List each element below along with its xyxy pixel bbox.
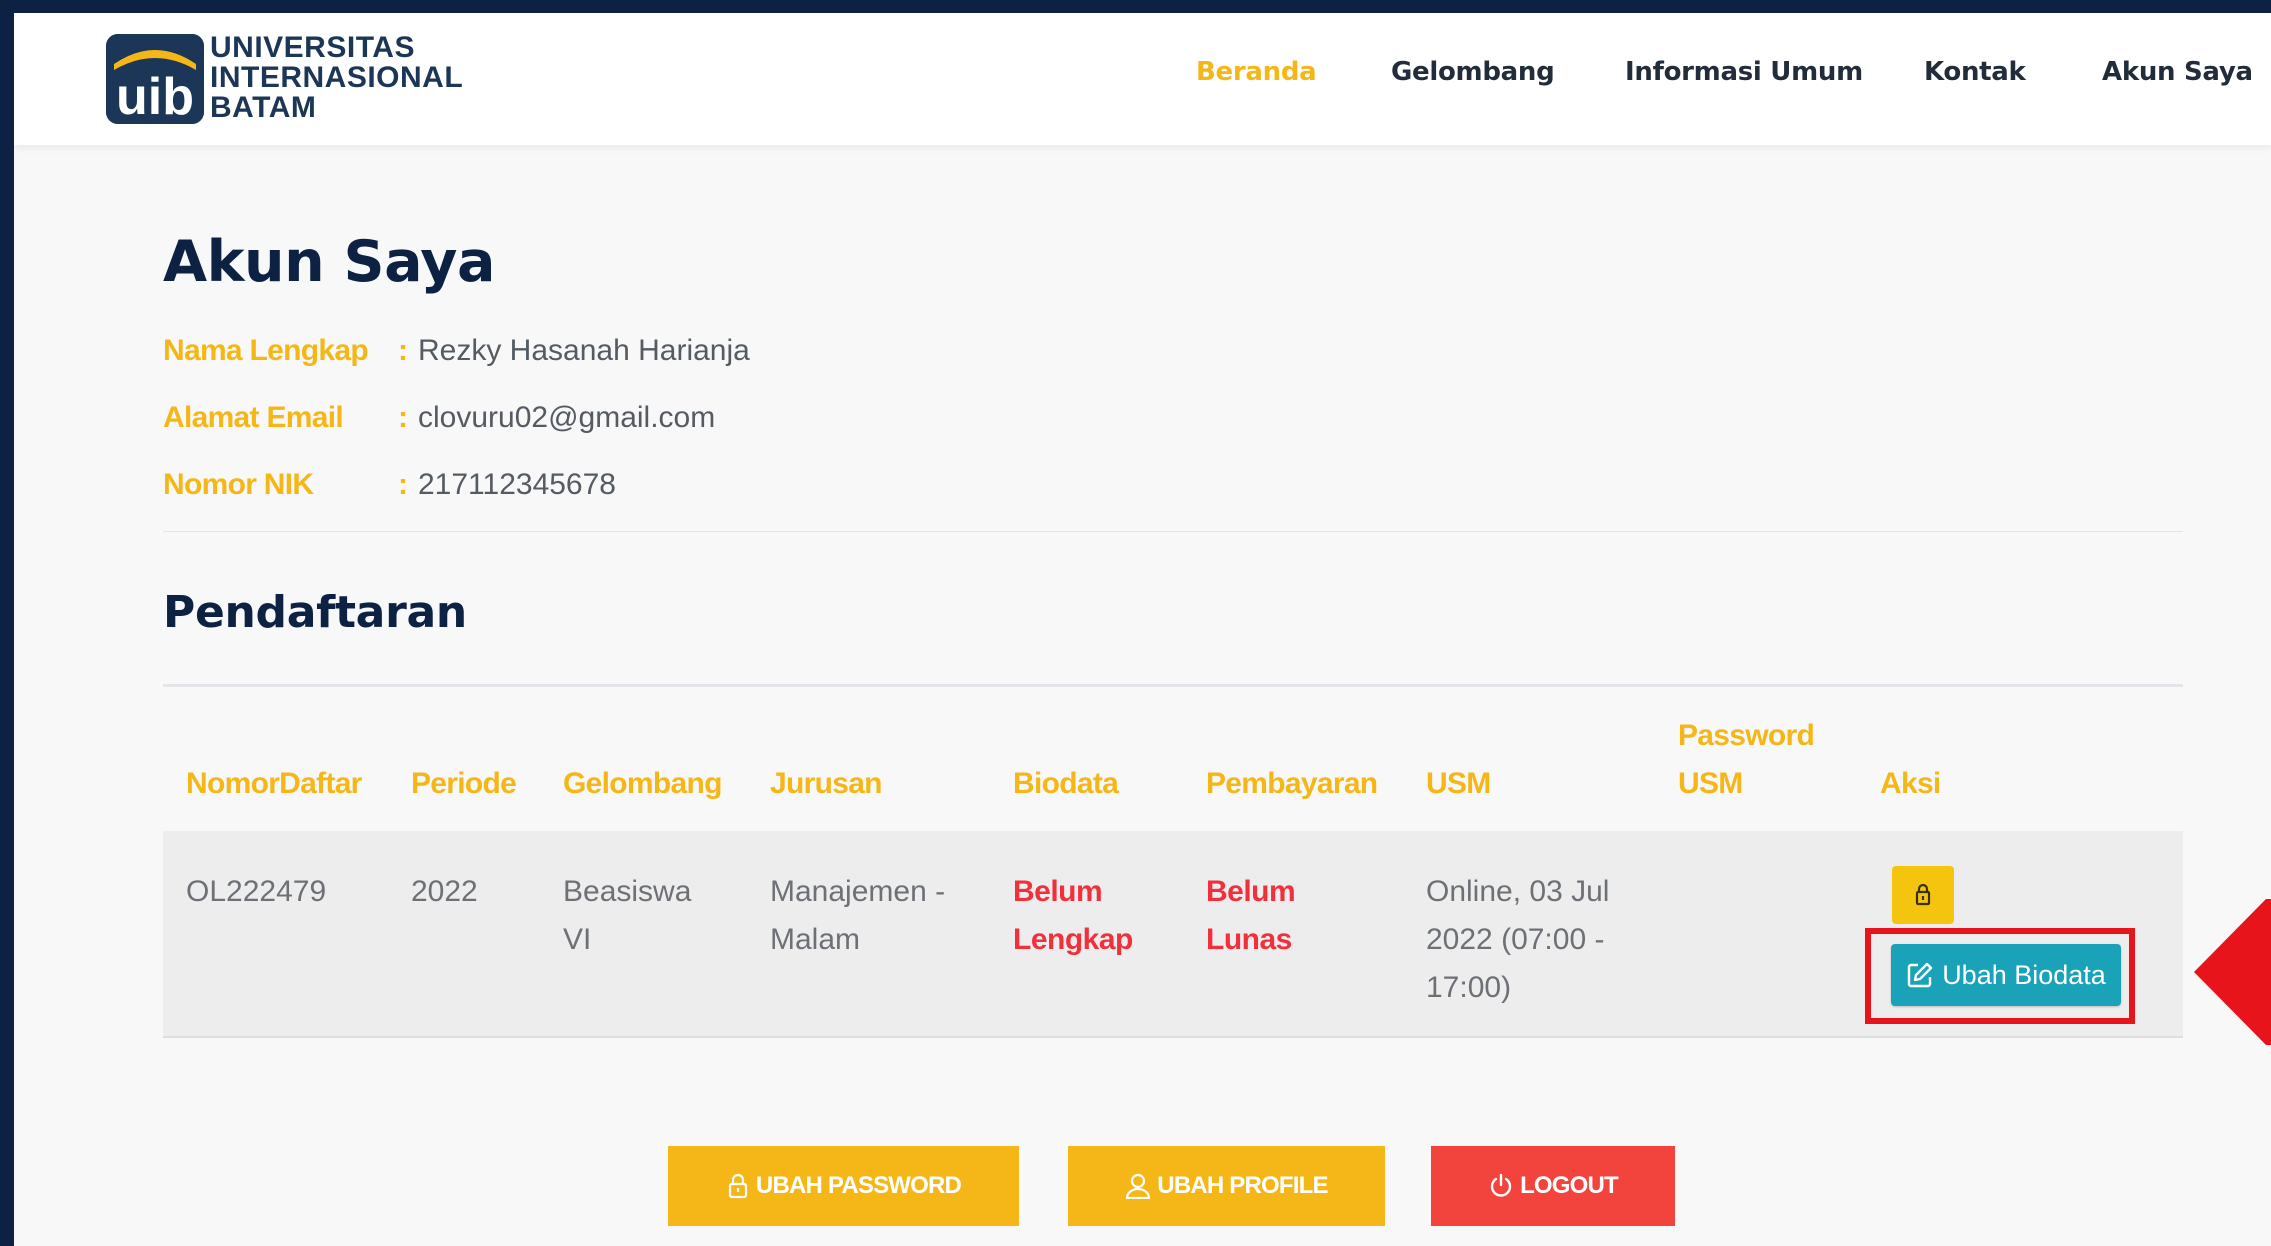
cell-periode: 2022 [411, 875, 478, 908]
nav-informasi-umum[interactable]: Informasi Umum [1625, 57, 1863, 87]
col-header-nomordaftar: NomorDaftar [186, 767, 362, 800]
value-nama-lengkap: Rezky Hasanah Harianja [418, 334, 750, 367]
label-alamat-email: Alamat Email [163, 401, 344, 434]
logout-button[interactable]: LOGOUT [1431, 1146, 1675, 1226]
cell-nomordaftar: OL222479 [186, 875, 327, 908]
ubah-password-button[interactable]: UBAH PASSWORD [668, 1146, 1019, 1226]
lock-icon [1915, 883, 1931, 906]
lock-icon [728, 1173, 748, 1199]
cell-gelombang: VI [563, 923, 592, 956]
university-name: UNIVERSITAS INTERNASIONAL BATAM [210, 33, 463, 123]
col-header-pembayaran: Pembayaran [1206, 767, 1378, 800]
nav-beranda[interactable]: Beranda [1196, 57, 1317, 87]
colon: : [398, 468, 408, 501]
cell-usm: 17:00) [1426, 971, 1512, 1004]
col-header-usm: USM [1426, 767, 1491, 800]
arrow-left-icon [2194, 899, 2271, 1045]
logo-mark-text: uib [116, 68, 194, 124]
col-header-password-usm: USM [1678, 767, 1743, 800]
colon: : [398, 401, 408, 434]
col-header-gelombang: Gelombang [563, 767, 722, 800]
ubah-profile-label: UBAH PROFILE [1157, 1172, 1328, 1199]
cell-biodata-status: Lengkap [1013, 923, 1133, 956]
nav-gelombang[interactable]: Gelombang [1391, 57, 1555, 87]
lock-button[interactable] [1892, 866, 1954, 924]
user-icon [1126, 1173, 1151, 1199]
col-header-periode: Periode [411, 767, 517, 800]
cell-usm: Online, 03 Jul [1426, 875, 1610, 908]
cell-gelombang: Beasiswa [563, 875, 692, 908]
colon: : [398, 334, 408, 367]
cell-jurusan: Manajemen - [770, 875, 946, 908]
label-nama-lengkap: Nama Lengkap [163, 334, 369, 367]
edit-icon [1907, 962, 1933, 988]
site-header: uib UNIVERSITAS INTERNASIONAL BATAM Bera… [14, 13, 2271, 145]
logo-line: BATAM [210, 91, 317, 124]
cell-biodata-status: Belum [1013, 875, 1103, 908]
ubah-profile-button[interactable]: UBAH PROFILE [1068, 1146, 1385, 1226]
col-header-biodata: Biodata [1013, 767, 1119, 800]
uib-logo-icon[interactable]: uib [106, 34, 204, 124]
col-header-jurusan: Jurusan [770, 767, 883, 800]
value-nomor-nik: 217112345678 [418, 468, 616, 501]
logo-line: INTERNASIONAL [210, 61, 464, 94]
cell-usm: 2022 (07:00 - [1426, 923, 1605, 956]
nav-kontak[interactable]: Kontak [1924, 57, 2026, 87]
cell-jurusan: Malam [770, 923, 861, 956]
divider [163, 684, 2183, 687]
logo-line: UNIVERSITAS [210, 31, 415, 64]
ubah-password-label: UBAH PASSWORD [755, 1172, 962, 1199]
section-title-pendaftaran: Pendaftaran [163, 587, 467, 638]
cell-pembayaran-status: Belum [1206, 875, 1296, 908]
page-title: Akun Saya [163, 229, 495, 295]
power-icon [1490, 1173, 1512, 1197]
value-alamat-email: clovuru02@gmail.com [418, 401, 716, 434]
nav-akun-saya[interactable]: Akun Saya [2102, 57, 2253, 87]
cell-pembayaran-status: Lunas [1206, 923, 1292, 956]
col-header-password-usm: Password [1678, 719, 1815, 752]
logout-label: LOGOUT [1520, 1172, 1619, 1199]
label-nomor-nik: Nomor NIK [163, 468, 314, 501]
col-header-aksi: Aksi [1880, 767, 1941, 800]
ubah-biodata-button[interactable]: Ubah Biodata [1891, 944, 2121, 1006]
ubah-biodata-label: Ubah Biodata [1942, 959, 2106, 990]
divider [163, 531, 2183, 532]
page-frame: uib UNIVERSITAS INTERNASIONAL BATAM Bera… [14, 13, 2271, 1246]
